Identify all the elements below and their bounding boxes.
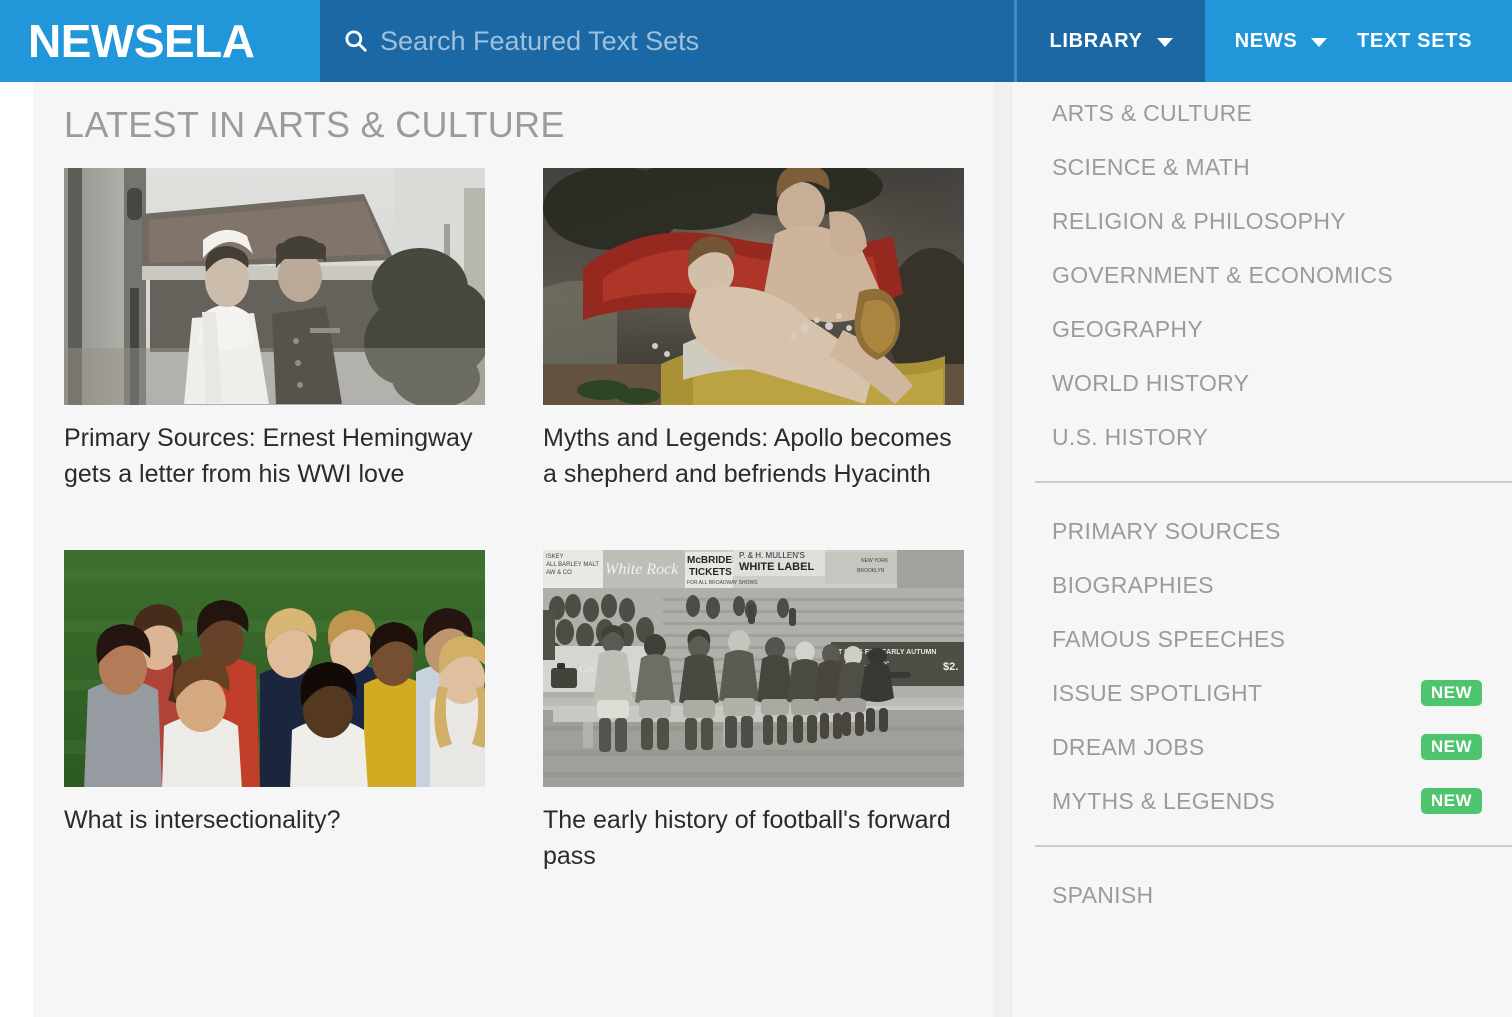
search-icon bbox=[342, 27, 370, 55]
sidebar-item-government-economics[interactable]: GOVERNMENT & ECONOMICS bbox=[1012, 248, 1512, 302]
nav-item-text-sets[interactable]: TEXT SETS bbox=[1357, 0, 1512, 82]
sidebar-item-us-history[interactable]: U.S. HISTORY bbox=[1012, 410, 1512, 464]
sidebar-item-label: GOVERNMENT & ECONOMICS bbox=[1052, 261, 1393, 288]
sidebar-item-myths-legends[interactable]: MYTHS & LEGENDS NEW bbox=[1012, 774, 1512, 828]
sidebar-item-label: U.S. HISTORY bbox=[1052, 423, 1209, 450]
article-title[interactable]: Myths and Legends: Apollo becomes a shep… bbox=[543, 421, 953, 492]
category-sidebar: ARTS & CULTURE SCIENCE & MATH RELIGION &… bbox=[1010, 82, 1512, 1017]
nav-item-library-label: LIBRARY bbox=[1049, 29, 1143, 52]
sidebar-divider bbox=[1035, 845, 1512, 847]
left-gutter bbox=[0, 82, 33, 1017]
sidebar-item-geography[interactable]: GEOGRAPHY bbox=[1012, 302, 1512, 356]
sidebar-group-subjects: ARTS & CULTURE SCIENCE & MATH RELIGION &… bbox=[1012, 82, 1512, 464]
sidebar-item-primary-sources[interactable]: PRIMARY SOURCES bbox=[1012, 504, 1512, 558]
sidebar-item-label: GEOGRAPHY bbox=[1052, 315, 1203, 342]
logo-text: NEWSELA bbox=[28, 15, 255, 67]
article-thumbnail-vintage-photo-nurse-and-soldier[interactable] bbox=[64, 168, 485, 405]
sidebar-divider bbox=[1035, 481, 1512, 483]
search-input[interactable]: Search Featured Text Sets bbox=[380, 26, 699, 57]
nav-item-text-sets-label: TEXT SETS bbox=[1357, 29, 1473, 52]
sidebar-item-famous-speeches[interactable]: FAMOUS SPEECHES bbox=[1012, 612, 1512, 666]
sidebar-item-label: ISSUE SPOTLIGHT bbox=[1052, 679, 1263, 706]
sidebar-item-label: PRIMARY SOURCES bbox=[1052, 517, 1281, 544]
sidebar-item-label: WORLD HISTORY bbox=[1052, 369, 1250, 396]
sidebar-item-label: SCIENCE & MATH bbox=[1052, 153, 1251, 180]
sidebar-item-label: MYTHS & LEGENDS bbox=[1052, 787, 1276, 814]
nav-item-news-label: NEWS bbox=[1234, 29, 1298, 52]
article-thumbnail-vintage-photo-football-team-on-bench[interactable]: ISKEY ALL BARLEY MALT AW & CO White Rock M… bbox=[543, 550, 964, 787]
article-card-grid: Primary Sources: Ernest Hemingway gets a… bbox=[64, 168, 964, 932]
header-divider bbox=[1014, 0, 1017, 82]
sidebar-item-biographies[interactable]: BIOGRAPHIES bbox=[1012, 558, 1512, 612]
main-content: LATEST IN ARTS & CULTURE Primary Sources… bbox=[33, 82, 993, 1017]
sidebar-item-arts-culture[interactable]: ARTS & CULTURE bbox=[1012, 86, 1512, 140]
article-title[interactable]: The early history of football's forward … bbox=[543, 803, 953, 874]
sidebar-item-label: ARTS & CULTURE bbox=[1052, 99, 1253, 126]
sidebar-group-collections: PRIMARY SOURCES BIOGRAPHIES FAMOUS SPEEC… bbox=[1012, 500, 1512, 828]
sidebar-item-science-math[interactable]: SCIENCE & MATH bbox=[1012, 140, 1512, 194]
article-card[interactable]: What is intersectionality? bbox=[64, 550, 485, 874]
sidebar-item-label: DREAM JOBS bbox=[1052, 733, 1205, 760]
nav-item-news[interactable]: NEWS bbox=[1205, 0, 1357, 82]
app-header: NEWSELA Search Featured Text Sets LIBRAR… bbox=[0, 0, 1512, 82]
article-thumbnail-painting-apollo-and-hyacinth[interactable] bbox=[543, 168, 964, 405]
sidebar-item-label: SPANISH bbox=[1052, 881, 1154, 908]
article-title[interactable]: What is intersectionality? bbox=[64, 803, 474, 839]
sidebar-item-religion-philosophy[interactable]: RELIGION & PHILOSOPHY bbox=[1012, 194, 1512, 248]
article-card[interactable]: Primary Sources: Ernest Hemingway gets a… bbox=[64, 168, 485, 492]
chevron-down-icon bbox=[1311, 38, 1328, 47]
status-badge: NEW bbox=[1420, 680, 1482, 706]
sidebar-group-language: SPANISH bbox=[1012, 864, 1512, 922]
sidebar-item-spanish[interactable]: SPANISH bbox=[1012, 868, 1512, 922]
sidebar-item-issue-spotlight[interactable]: ISSUE SPOTLIGHT NEW bbox=[1012, 666, 1512, 720]
sidebar-item-world-history[interactable]: WORLD HISTORY bbox=[1012, 356, 1512, 410]
article-card[interactable]: Myths and Legends: Apollo becomes a shep… bbox=[543, 168, 964, 492]
search-bar[interactable]: Search Featured Text Sets bbox=[320, 0, 1017, 82]
status-badge: NEW bbox=[1420, 788, 1482, 814]
chevron-down-icon bbox=[1156, 38, 1173, 47]
logo[interactable]: NEWSELA bbox=[0, 0, 320, 82]
sidebar-item-dream-jobs[interactable]: DREAM JOBS NEW bbox=[1012, 720, 1512, 774]
status-badge: NEW bbox=[1420, 734, 1482, 760]
sidebar-item-label: RELIGION & PHILOSOPHY bbox=[1052, 207, 1346, 234]
nav-item-library[interactable]: LIBRARY bbox=[1017, 0, 1205, 82]
article-thumbnail-photo-group-of-children-on-grass[interactable] bbox=[64, 550, 485, 787]
sidebar-item-label: FAMOUS SPEECHES bbox=[1052, 625, 1286, 652]
sidebar-item-label: BIOGRAPHIES bbox=[1052, 571, 1214, 598]
article-card[interactable]: ISKEY ALL BARLEY MALT AW & CO White Rock M… bbox=[543, 550, 964, 874]
main-scrollbar-track[interactable] bbox=[993, 82, 1010, 1017]
page-title: LATEST IN ARTS & CULTURE bbox=[64, 104, 565, 145]
article-title[interactable]: Primary Sources: Ernest Hemingway gets a… bbox=[64, 421, 474, 492]
page-body: LATEST IN ARTS & CULTURE Primary Sources… bbox=[0, 82, 1512, 1017]
